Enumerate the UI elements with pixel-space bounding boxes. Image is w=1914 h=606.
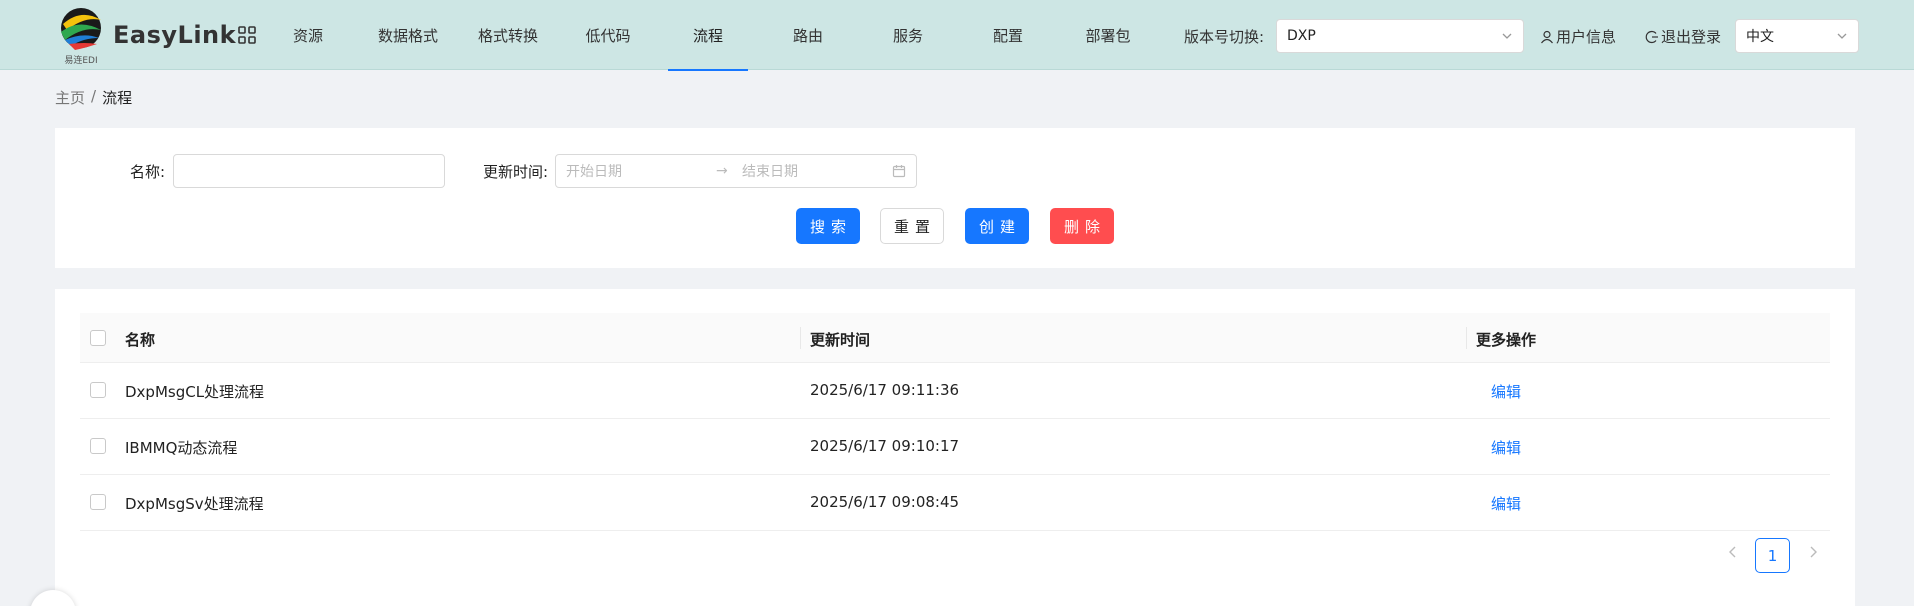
column-divider [800, 327, 801, 349]
search-panel: 名称: 更新时间: 开始日期 → 结束日期 搜索 重置 创建 删除 [55, 128, 1855, 268]
table-panel: 名称 更新时间 更多操作 DxpMsgCL处理流程 2025/6/17 09:1… [55, 289, 1855, 606]
row-edit-link[interactable]: 编辑 [1491, 437, 1521, 458]
chevron-down-icon [1837, 33, 1847, 39]
search-button[interactable]: 搜索 [796, 208, 860, 244]
row-checkbox[interactable] [90, 438, 106, 454]
version-select[interactable]: DXP [1276, 19, 1524, 53]
column-header-updated[interactable]: 更新时间 [810, 329, 870, 350]
nav-item-config[interactable]: 配置 [958, 0, 1058, 70]
date-range-picker[interactable]: 开始日期 → 结束日期 [555, 154, 917, 188]
column-header-actions: 更多操作 [1476, 331, 1537, 349]
main-nav: 资源 数据格式 格式转换 低代码 流程 路由 服务 配置 部署包 [258, 0, 1158, 71]
nav-item-data-format[interactable]: 数据格式 [358, 0, 458, 70]
logo-caption: 易连EDI [64, 54, 97, 66]
version-select-value: DXP [1287, 28, 1316, 44]
pagination-page-1[interactable]: 1 [1755, 538, 1790, 573]
create-button[interactable]: 创建 [965, 208, 1029, 244]
row-updated-time: 2025/6/17 09:08:45 [810, 493, 960, 511]
chevron-down-icon [1502, 33, 1512, 39]
update-time-filter-label: 更新时间: [483, 163, 549, 181]
row-edit-link[interactable]: 编辑 [1491, 493, 1521, 514]
top-header: 易连EDI EasyLink 资源 数据格式 格式转换 低代码 流程 路由 服务… [0, 0, 1914, 71]
version-label: 版本号切换: [1184, 28, 1265, 46]
nav-item-deploy-package[interactable]: 部署包 [1058, 0, 1158, 70]
breadcrumb-separator: / [91, 87, 97, 105]
name-filter-label: 名称: [130, 163, 166, 181]
nav-item-routing[interactable]: 路由 [758, 0, 858, 70]
user-info-link[interactable]: 用户信息 [1540, 26, 1616, 47]
column-divider [1466, 327, 1467, 349]
table-row: DxpMsgCL处理流程 2025/6/17 09:11:36 编辑 [80, 363, 1830, 419]
row-checkbox[interactable] [90, 382, 106, 398]
row-updated-time: 2025/6/17 09:10:17 [810, 437, 960, 455]
reset-button[interactable]: 重置 [880, 208, 944, 244]
table-row: IBMMQ动态流程 2025/6/17 09:10:17 编辑 [80, 419, 1830, 475]
nav-item-format-conversion[interactable]: 格式转换 [458, 0, 558, 70]
language-select[interactable]: 中文 [1735, 19, 1859, 53]
range-arrow-icon: → [716, 163, 728, 179]
row-name: IBMMQ动态流程 [125, 439, 238, 457]
logout-icon [1645, 30, 1658, 43]
logout-label: 退出登录 [1661, 28, 1722, 46]
apps-grid-icon[interactable] [238, 26, 256, 44]
row-name: DxpMsgCL处理流程 [125, 383, 265, 401]
nav-item-low-code[interactable]: 低代码 [558, 0, 658, 70]
name-filter-input[interactable] [173, 154, 445, 188]
row-name: DxpMsgSv处理流程 [125, 495, 264, 513]
row-edit-link[interactable]: 编辑 [1491, 381, 1521, 402]
breadcrumb-current: 流程 [102, 89, 133, 107]
breadcrumb-home[interactable]: 主页 [55, 87, 85, 108]
nav-item-resources[interactable]: 资源 [258, 0, 358, 70]
select-all-checkbox[interactable] [90, 330, 106, 346]
nav-item-flow[interactable]: 流程 [658, 0, 758, 71]
user-info-label: 用户信息 [1556, 28, 1617, 46]
logout-link[interactable]: 退出登录 [1645, 26, 1721, 47]
table-row: DxpMsgSv处理流程 2025/6/17 09:08:45 编辑 [80, 475, 1830, 531]
row-checkbox[interactable] [90, 494, 106, 510]
calendar-icon [892, 165, 906, 178]
row-updated-time: 2025/6/17 09:11:36 [810, 381, 960, 399]
start-date-placeholder[interactable]: 开始日期 [566, 161, 716, 181]
language-select-value: 中文 [1746, 29, 1774, 45]
nav-item-service[interactable]: 服务 [858, 0, 958, 70]
table-header: 名称 更新时间 更多操作 [80, 313, 1830, 363]
user-icon [1541, 30, 1553, 43]
end-date-placeholder[interactable]: 结束日期 [742, 161, 892, 181]
delete-button[interactable]: 删除 [1050, 208, 1114, 244]
breadcrumb: 主页 / 流程 [55, 87, 132, 108]
chevron-right-icon[interactable] [1805, 544, 1821, 560]
column-header-name[interactable]: 名称 [125, 329, 155, 350]
chevron-left-icon[interactable] [1725, 544, 1741, 560]
easylink-logo[interactable]: 易连EDI [55, 4, 107, 66]
brand-name: EasyLink [113, 21, 237, 49]
